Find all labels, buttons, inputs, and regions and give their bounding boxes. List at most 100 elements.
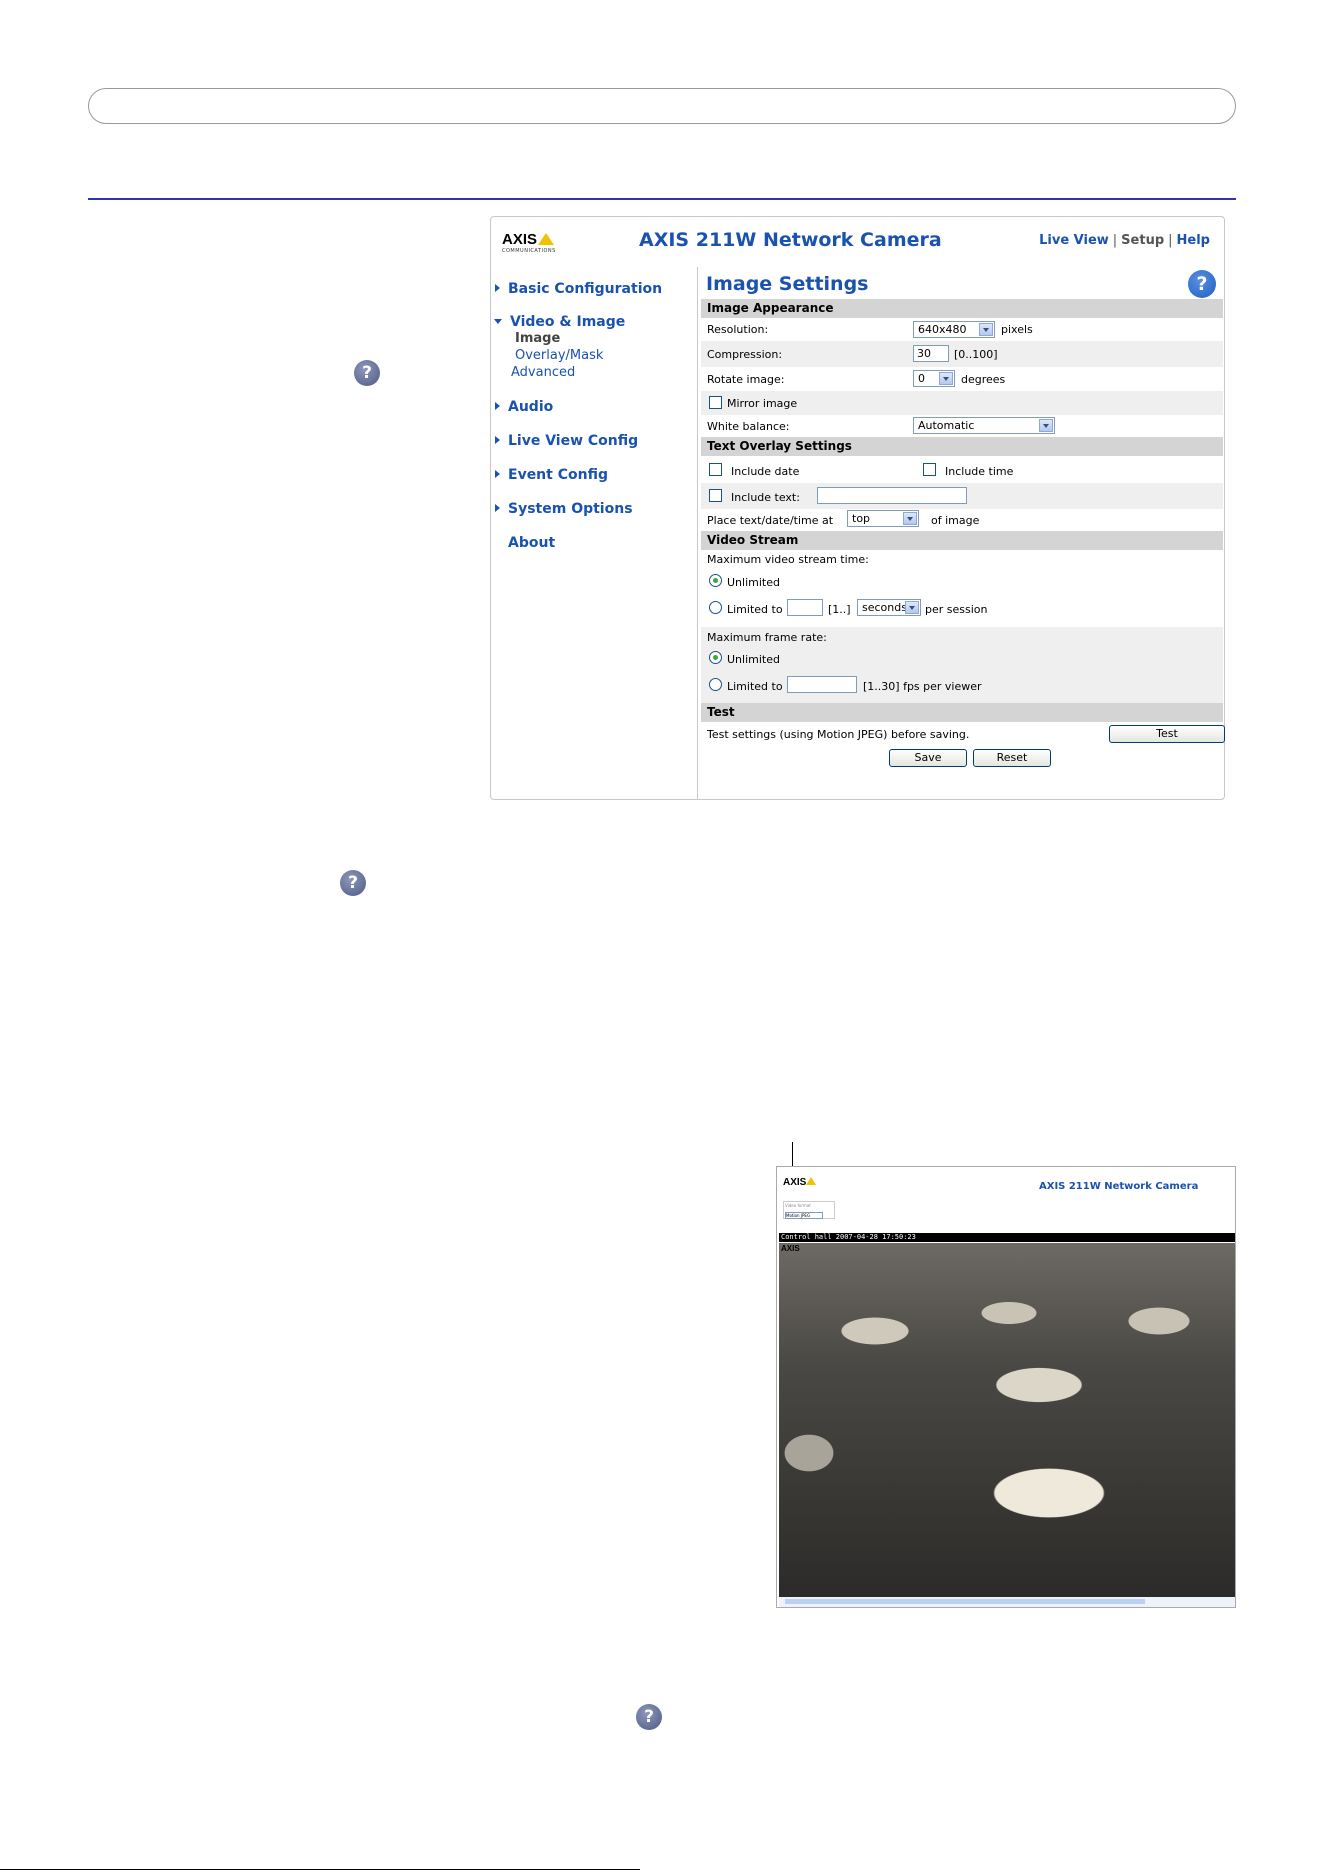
stream-time-unlimited-label: Unlimited — [727, 576, 780, 589]
section-image-appearance: Image Appearance — [701, 299, 1223, 318]
place-suffix: of image — [931, 514, 980, 527]
include-time-checkbox[interactable] — [923, 463, 936, 476]
include-date-time-row: Include date Include time — [701, 457, 1223, 483]
help-icon: ? — [340, 870, 366, 896]
nav-divider — [697, 267, 698, 800]
max-stream-time-label: Maximum video stream time: — [707, 553, 869, 566]
resolution-select[interactable]: 640x480 — [913, 321, 995, 338]
test-description: Test settings (using Motion JPEG) before… — [707, 728, 970, 741]
nav-audio[interactable]: Audio — [495, 399, 553, 415]
rotate-row: Rotate image: 0 degrees — [701, 367, 1223, 391]
stream-time-unlimited-radio[interactable] — [709, 574, 722, 587]
fps-unlimited-radio[interactable] — [709, 651, 722, 664]
live-view-link[interactable]: Live View — [1039, 233, 1109, 248]
max-frame-rate-label: Maximum frame rate: — [707, 631, 827, 644]
fps-limited-label: Limited to — [727, 680, 783, 693]
rotate-label: Rotate image: — [707, 373, 785, 386]
place-value: top — [852, 512, 871, 525]
setup-window: AXIS COMMUNICATIONS AXIS 211W Network Ca… — [490, 216, 1225, 800]
stream-time-input[interactable] — [787, 599, 823, 616]
dropdown-arrow-icon — [939, 372, 953, 385]
resolution-row: Resolution: 640x480 pixels — [701, 319, 1223, 341]
include-text-checkbox[interactable] — [709, 489, 722, 502]
fps-input[interactable] — [787, 676, 857, 693]
test-button[interactable]: Test — [1109, 725, 1225, 743]
nav-label: Audio — [508, 399, 554, 415]
fps-range: [1..30] fps per viewer — [863, 680, 982, 693]
compression-range: [0..100] — [954, 348, 998, 361]
include-date-checkbox[interactable] — [709, 463, 722, 476]
overlay-text-bar: Control hall 2007-04-28 17:50:23 — [779, 1233, 1235, 1242]
nav-advanced[interactable]: Advanced — [505, 365, 575, 380]
axis-logo: AXIS — [783, 1177, 817, 1188]
dropdown-arrow-icon — [1039, 419, 1053, 432]
horizontal-scrollbar[interactable] — [779, 1597, 1235, 1607]
nav-image[interactable]: Image — [515, 331, 560, 346]
place-text-row: Place text/date/time at top of image — [701, 509, 1223, 531]
stream-time-range: [1..] — [828, 603, 851, 616]
stream-time-unit-value: seconds — [862, 601, 907, 614]
footer-rule — [0, 1869, 640, 1870]
live-view-title: AXIS 211W Network Camera — [1039, 1181, 1199, 1192]
nav-basic-configuration[interactable]: Basic Configuration — [495, 281, 662, 297]
fps-limited-radio[interactable] — [709, 678, 722, 691]
logo-triangle-icon — [806, 1177, 817, 1185]
help-link[interactable]: Help — [1177, 233, 1210, 248]
compression-row: Compression: 30 [0..100] — [701, 341, 1223, 367]
axis-logo: AXIS COMMUNICATIONS — [502, 231, 555, 254]
nav-live-view-config[interactable]: Live View Config — [495, 433, 638, 449]
chevron-right-icon — [495, 436, 500, 444]
test-row: Test settings (using Motion JPEG) before… — [701, 723, 1225, 747]
save-button[interactable]: Save — [889, 749, 967, 767]
reset-button[interactable]: Reset — [973, 749, 1051, 767]
mirror-checkbox[interactable] — [709, 396, 722, 409]
nav-label: Live View Config — [508, 433, 639, 449]
rotate-select[interactable]: 0 — [913, 370, 955, 387]
section-video-stream: Video Stream — [701, 531, 1223, 550]
rotate-unit: degrees — [961, 373, 1006, 386]
page-title: Image Settings — [706, 273, 869, 295]
white-balance-label: White balance: — [707, 420, 790, 433]
nav-system-options[interactable]: System Options — [495, 501, 633, 517]
include-text-row: Include text: — [701, 483, 1223, 509]
mirror-row: Mirror image — [701, 391, 1223, 415]
nav-video-image[interactable]: Video & Image — [494, 314, 625, 330]
chevron-right-icon — [495, 470, 500, 478]
white-balance-value: Automatic — [918, 419, 975, 432]
nav-label: Basic Configuration — [508, 281, 663, 297]
stream-time-limited-label: Limited to — [727, 603, 783, 616]
logo-subtext: COMMUNICATIONS — [502, 248, 556, 254]
place-select[interactable]: top — [847, 510, 919, 527]
compression-input[interactable]: 30 — [913, 345, 949, 362]
nav-label: System Options — [508, 501, 633, 517]
overlay-logo: AXIS — [781, 1244, 800, 1253]
mirror-label: Mirror image — [727, 397, 798, 410]
video-format-label: Video format — [785, 1203, 811, 1208]
stream-time-limited-radio[interactable] — [709, 601, 722, 614]
chevron-right-icon — [495, 284, 500, 292]
chevron-right-icon — [495, 504, 500, 512]
stream-time-unit-select[interactable]: seconds — [857, 599, 921, 616]
nav-overlay-mask[interactable]: Overlay/Mask — [515, 348, 603, 363]
overlay-text-input[interactable] — [817, 487, 967, 504]
nav-label: Event Config — [508, 467, 608, 483]
dropdown-arrow-icon — [905, 601, 919, 614]
max-frame-rate-block: Maximum frame rate: Unlimited Limited to… — [701, 627, 1223, 703]
rotate-value: 0 — [918, 372, 925, 385]
chevron-down-icon — [494, 319, 502, 324]
setup-link[interactable]: Setup — [1121, 233, 1164, 248]
help-icon: ? — [354, 360, 380, 386]
resolution-value: 640x480 — [918, 323, 967, 336]
app-title: AXIS 211W Network Camera — [639, 229, 942, 251]
video-format-select[interactable]: Motion JPEG — [785, 1212, 823, 1219]
fps-unlimited-label: Unlimited — [727, 653, 780, 666]
nav-about[interactable]: About — [508, 535, 555, 551]
white-balance-select[interactable]: Automatic — [913, 417, 1055, 434]
help-icon[interactable]: ? — [1188, 270, 1216, 298]
scrollbar-thumb[interactable] — [785, 1599, 1145, 1604]
header-bar — [88, 88, 1236, 124]
section-test: Test — [701, 703, 1223, 722]
compression-label: Compression: — [707, 348, 783, 361]
place-label: Place text/date/time at — [707, 514, 834, 527]
nav-event-config[interactable]: Event Config — [495, 467, 608, 483]
